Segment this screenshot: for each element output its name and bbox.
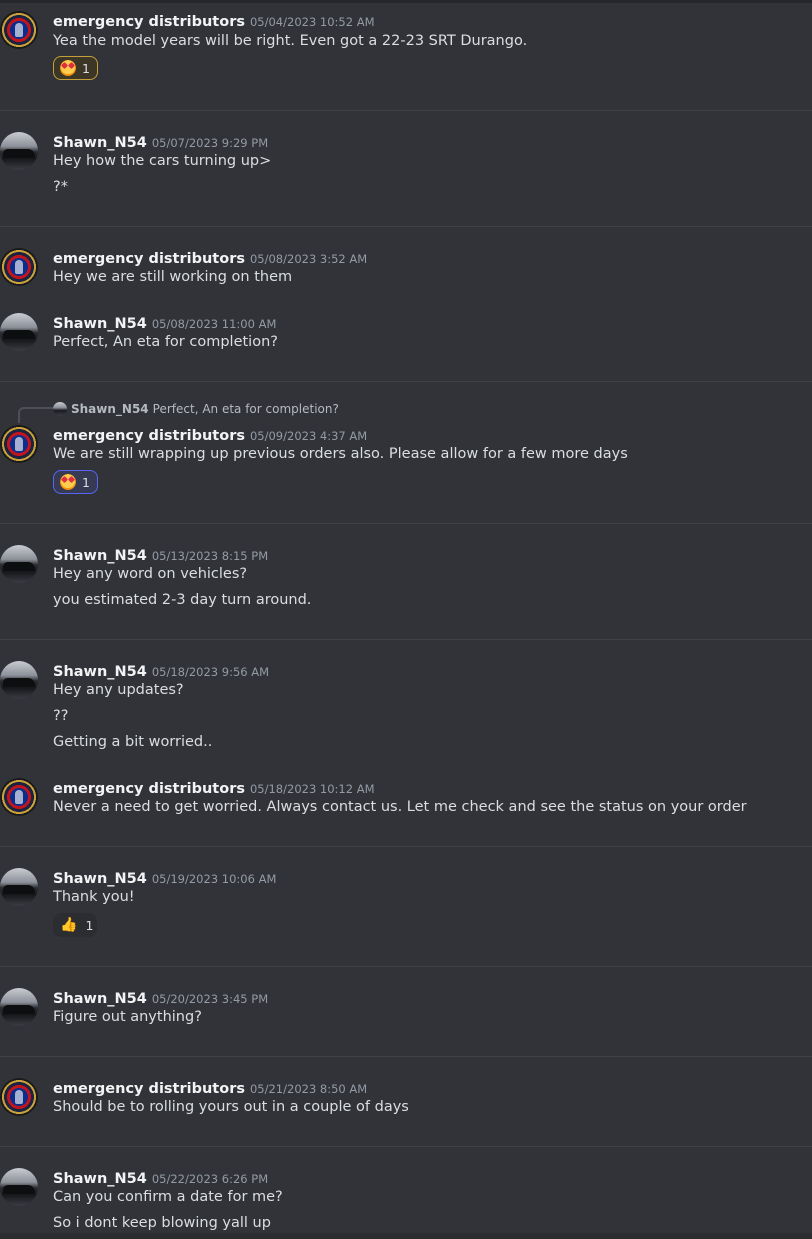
message-header: Shawn_N54 05/20/2023 3:45 PM (53, 988, 268, 1007)
username[interactable]: Shawn_N54 (53, 1171, 147, 1187)
reaction-count: 1 (85, 917, 94, 933)
message-text: Should be to rolling yours out in a coup… (53, 1099, 409, 1115)
top-edge (0, 0, 812, 3)
timestamp: 05/21/2023 8:50 AM (249, 1082, 368, 1096)
divider (0, 1146, 812, 1147)
username[interactable]: emergency distributors (53, 251, 245, 267)
reply-username: Shawn_N54 (71, 402, 149, 416)
reaction-button[interactable]: 1 (53, 470, 98, 494)
bottom-edge (0, 1233, 812, 1239)
reply-text: Perfect, An eta for completion? (152, 402, 339, 416)
avatar[interactable] (0, 132, 38, 170)
username[interactable]: Shawn_N54 (53, 664, 147, 680)
message-text: Hey how the cars turning up> (53, 153, 272, 169)
message-text: Figure out anything? (53, 1009, 202, 1025)
username[interactable]: emergency distributors (53, 1081, 245, 1097)
message-text: ?* (53, 179, 68, 195)
timestamp: 05/13/2023 8:15 PM (151, 549, 269, 563)
avatar[interactable] (0, 248, 38, 286)
message-header: emergency distributors 05/04/2023 10:52 A… (53, 11, 375, 30)
username[interactable]: emergency distributors (53, 428, 245, 444)
username[interactable]: Shawn_N54 (53, 135, 147, 151)
thumbs-up-icon: 👍 (60, 917, 78, 933)
reply-spine (18, 407, 54, 423)
message-header: Shawn_N54 05/22/2023 6:26 PM (53, 1168, 268, 1187)
avatar[interactable] (0, 545, 38, 583)
message-text: you estimated 2-3 day turn around. (53, 592, 312, 608)
message-header: Shawn_N54 05/13/2023 8:15 PM (53, 545, 268, 564)
timestamp: 05/07/2023 9:29 PM (151, 136, 269, 150)
timestamp: 05/08/2023 3:52 AM (249, 252, 368, 266)
message-text: Thank you! (53, 889, 135, 905)
timestamp: 05/09/2023 4:37 AM (249, 429, 368, 443)
username[interactable]: Shawn_N54 (53, 316, 147, 332)
message-text: Getting a bit worried.. (53, 734, 213, 750)
divider (0, 523, 812, 524)
message-text: Hey any updates? (53, 682, 184, 698)
divider (0, 639, 812, 640)
divider (0, 1056, 812, 1057)
message-text: Perfect, An eta for completion? (53, 334, 278, 350)
message-text: Hey we are still working on them (53, 269, 293, 285)
avatar[interactable] (0, 1078, 38, 1116)
username[interactable]: emergency distributors (53, 14, 245, 30)
username[interactable]: emergency distributors (53, 781, 245, 797)
avatar[interactable] (0, 313, 38, 351)
timestamp: 05/19/2023 10:06 AM (151, 872, 277, 886)
message-header: emergency distributors 05/21/2023 8:50 AM (53, 1078, 367, 1097)
reply-avatar (53, 402, 67, 416)
avatar[interactable] (0, 778, 38, 816)
divider (0, 966, 812, 967)
message-text: Hey any word on vehicles? (53, 566, 248, 582)
avatar[interactable] (0, 425, 38, 463)
reaction-button[interactable]: 👍 1 (53, 913, 97, 937)
avatar[interactable] (0, 11, 38, 49)
timestamp: 05/22/2023 6:26 PM (151, 1172, 269, 1186)
username[interactable]: Shawn_N54 (53, 991, 147, 1007)
avatar[interactable] (0, 868, 38, 906)
message-text: Can you confirm a date for me? (53, 1189, 283, 1205)
message-header: Shawn_N54 05/19/2023 10:06 AM (53, 868, 276, 887)
heart-eyes-icon (60, 60, 76, 76)
timestamp: 05/18/2023 9:56 AM (151, 665, 270, 679)
message-text: So i dont keep blowing yall up (53, 1215, 271, 1231)
avatar[interactable] (0, 1168, 38, 1206)
timestamp: 05/04/2023 10:52 AM (249, 15, 375, 29)
reply-reference[interactable]: Shawn_N54 Perfect, An eta for completion… (53, 402, 339, 416)
divider (0, 381, 812, 382)
message-text: Never a need to get worried. Always cont… (53, 799, 747, 815)
message-header: Shawn_N54 05/18/2023 9:56 AM (53, 661, 269, 680)
divider (0, 226, 812, 227)
divider (0, 110, 812, 111)
reaction-button[interactable]: 1 (53, 56, 98, 80)
message-text: We are still wrapping up previous orders… (53, 446, 628, 462)
timestamp: 05/20/2023 3:45 PM (151, 992, 269, 1006)
message-text: Yea the model years will be right. Even … (53, 33, 528, 49)
message-header: Shawn_N54 05/08/2023 11:00 AM (53, 313, 276, 332)
reaction-count: 1 (82, 474, 90, 490)
message-text: ?? (53, 708, 69, 724)
message-header: emergency distributors 05/09/2023 4:37 AM (53, 425, 367, 444)
username[interactable]: Shawn_N54 (53, 871, 147, 887)
message-header: emergency distributors 05/18/2023 10:12 A… (53, 778, 375, 797)
avatar[interactable] (0, 988, 38, 1026)
avatar[interactable] (0, 661, 38, 699)
message-header: emergency distributors 05/08/2023 3:52 AM (53, 248, 367, 267)
heart-eyes-icon (60, 474, 76, 490)
reaction-count: 1 (82, 60, 90, 76)
divider (0, 846, 812, 847)
timestamp: 05/08/2023 11:00 AM (151, 317, 277, 331)
username[interactable]: Shawn_N54 (53, 548, 147, 564)
timestamp: 05/18/2023 10:12 AM (249, 782, 375, 796)
message-header: Shawn_N54 05/07/2023 9:29 PM (53, 132, 268, 151)
